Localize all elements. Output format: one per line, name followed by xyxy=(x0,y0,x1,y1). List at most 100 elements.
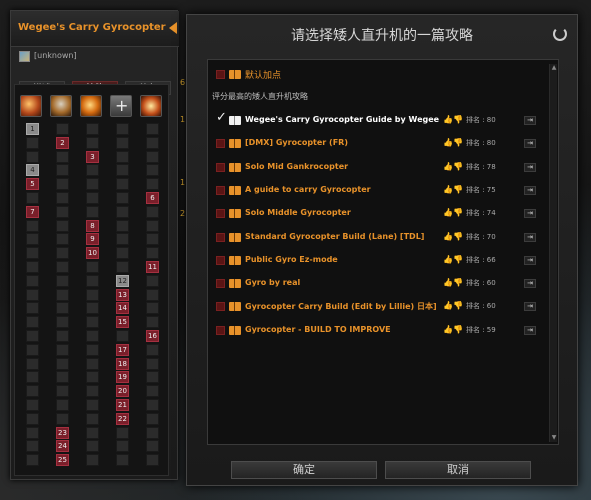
guide-row[interactable]: Gyro by real 👍👎 排名 : 60 ⇥ xyxy=(216,277,546,291)
skill-level-cell[interactable] xyxy=(26,316,39,329)
skill-level-cell[interactable]: 20 xyxy=(116,385,129,398)
guide-row[interactable]: Gyrocopter - BUILD TO IMPROVE 👍👎 排名 : 59 ⇥ xyxy=(216,324,546,338)
skill-level-cell[interactable] xyxy=(56,316,69,329)
skill-level-cell[interactable] xyxy=(26,399,39,411)
skill-level-cell[interactable] xyxy=(116,164,129,177)
skill-level-cell[interactable] xyxy=(146,385,159,398)
skill-level-cell[interactable]: 2 xyxy=(56,136,69,149)
skill-level-cell[interactable] xyxy=(146,123,159,135)
skill-level-cell[interactable] xyxy=(86,454,99,467)
scrollbar[interactable]: ▲ ▼ xyxy=(549,64,557,442)
checkmark-icon[interactable]: ✓ xyxy=(216,111,227,125)
skill-level-cell[interactable] xyxy=(86,426,99,439)
skill-level-cell[interactable] xyxy=(26,261,39,273)
scroll-down-icon[interactable]: ▼ xyxy=(550,434,558,442)
skill-level-cell[interactable] xyxy=(116,178,129,191)
skill-level-cell[interactable] xyxy=(86,357,99,370)
refresh-icon[interactable] xyxy=(553,27,567,41)
thumbs-icon[interactable]: 👍👎 xyxy=(443,185,463,194)
skill-level-cell[interactable] xyxy=(86,261,99,273)
pick-arrow-icon[interactable]: ⇥ xyxy=(524,325,536,335)
flak-cannon-icon[interactable] xyxy=(80,95,102,117)
skill-level-cell[interactable]: 24 xyxy=(56,440,69,453)
guide-checkbox[interactable] xyxy=(216,232,225,242)
skill-level-cell[interactable] xyxy=(56,150,69,163)
pick-arrow-icon[interactable]: ⇥ xyxy=(524,209,536,219)
thumbs-icon[interactable]: 👍👎 xyxy=(443,115,463,124)
skill-level-cell[interactable] xyxy=(146,178,159,191)
skill-level-cell[interactable] xyxy=(86,399,99,411)
guide-name[interactable]: Standard Gyrocopter Build (Lane) [TDL] xyxy=(245,232,441,241)
pick-arrow-icon[interactable]: ⇥ xyxy=(524,139,536,149)
guide-row[interactable]: Gyrocopter Carry Build (Edit by Lillie) … xyxy=(216,300,546,314)
skill-level-cell[interactable] xyxy=(26,385,39,398)
guide-row[interactable]: A guide to carry Gyrocopter 👍👎 排名 : 75 ⇥ xyxy=(216,184,546,198)
pick-arrow-icon[interactable]: ⇥ xyxy=(524,279,536,289)
skill-level-cell[interactable] xyxy=(86,274,99,287)
skill-level-cell[interactable] xyxy=(116,192,129,204)
skill-level-cell[interactable] xyxy=(146,412,159,425)
skill-level-cell[interactable] xyxy=(56,288,69,301)
homing-missile-icon[interactable] xyxy=(50,95,72,117)
skill-level-cell[interactable] xyxy=(146,274,159,287)
skill-level-cell[interactable] xyxy=(56,164,69,177)
skill-level-cell[interactable] xyxy=(146,164,159,177)
skill-level-cell[interactable] xyxy=(56,330,69,342)
skill-level-cell[interactable] xyxy=(86,302,99,315)
skill-level-cell[interactable] xyxy=(26,302,39,315)
skill-level-cell[interactable] xyxy=(116,136,129,149)
skill-level-cell[interactable]: 12 xyxy=(116,274,129,287)
skill-level-cell[interactable]: 21 xyxy=(116,399,129,411)
scroll-up-icon[interactable]: ▲ xyxy=(550,64,558,72)
guide-name[interactable]: Gyro by real xyxy=(245,278,441,287)
skill-level-cell[interactable]: 22 xyxy=(116,412,129,425)
skill-level-cell[interactable]: 1 xyxy=(26,123,39,135)
skill-level-cell[interactable] xyxy=(146,219,159,232)
skill-level-cell[interactable] xyxy=(26,330,39,342)
skill-level-cell[interactable] xyxy=(56,205,69,218)
guide-row[interactable]: Standard Gyrocopter Build (Lane) [TDL] 👍👎… xyxy=(216,231,546,245)
skill-level-cell[interactable] xyxy=(26,343,39,356)
skill-level-cell[interactable] xyxy=(116,247,129,260)
guide-name[interactable]: Solo Mid Gankrocopter xyxy=(245,162,441,171)
skill-level-cell[interactable] xyxy=(146,150,159,163)
skill-level-cell[interactable]: 7 xyxy=(26,205,39,218)
default-build-row[interactable]: 默认加点 xyxy=(216,68,536,82)
thumbs-icon[interactable]: 👍👎 xyxy=(443,278,463,287)
skill-level-cell[interactable] xyxy=(56,412,69,425)
skill-level-cell[interactable] xyxy=(146,426,159,439)
skill-level-cell[interactable] xyxy=(56,343,69,356)
guide-title[interactable]: Wegee's Carry Gyrocopter Guid xyxy=(18,22,168,33)
skill-level-cell[interactable] xyxy=(86,385,99,398)
skill-level-cell[interactable]: 5 xyxy=(26,178,39,191)
skill-level-cell[interactable] xyxy=(86,330,99,342)
skill-level-cell[interactable] xyxy=(86,123,99,135)
skill-level-cell[interactable]: 14 xyxy=(116,302,129,315)
skill-level-cell[interactable] xyxy=(26,426,39,439)
guide-name[interactable]: Wegee's Carry Gyrocopter Guide by Wegee xyxy=(245,115,441,124)
skill-level-cell[interactable] xyxy=(56,219,69,232)
skill-level-cell[interactable] xyxy=(116,123,129,135)
skill-level-cell[interactable] xyxy=(26,233,39,246)
skill-level-cell[interactable] xyxy=(26,454,39,467)
skill-level-cell[interactable] xyxy=(26,412,39,425)
skill-level-cell[interactable] xyxy=(26,150,39,163)
skill-level-cell[interactable]: 4 xyxy=(26,164,39,177)
skill-level-cell[interactable] xyxy=(26,371,39,384)
skill-level-cell[interactable] xyxy=(26,247,39,260)
skill-level-cell[interactable] xyxy=(26,357,39,370)
skill-level-cell[interactable]: 8 xyxy=(86,219,99,232)
skill-level-cell[interactable] xyxy=(116,440,129,453)
skill-level-cell[interactable]: 25 xyxy=(56,454,69,467)
thumbs-icon[interactable]: 👍👎 xyxy=(443,325,463,334)
skill-level-cell[interactable] xyxy=(26,219,39,232)
rocket-barrage-icon[interactable] xyxy=(20,95,42,117)
skill-level-cell[interactable] xyxy=(56,274,69,287)
skill-level-cell[interactable] xyxy=(86,412,99,425)
call-down-icon[interactable] xyxy=(140,95,162,117)
thumbs-icon[interactable]: 👍👎 xyxy=(443,255,463,264)
skill-level-cell[interactable] xyxy=(86,164,99,177)
skill-level-cell[interactable]: 6 xyxy=(146,192,159,204)
skill-level-cell[interactable] xyxy=(146,136,159,149)
attribute-bonus-icon[interactable]: + xyxy=(110,95,132,117)
